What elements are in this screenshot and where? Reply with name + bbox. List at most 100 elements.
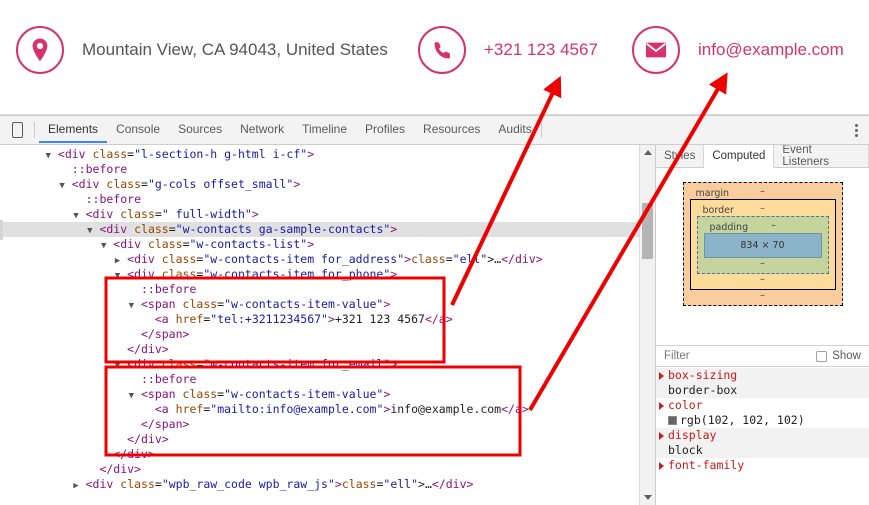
expand-triangle-icon[interactable]: ▼ [115, 271, 120, 281]
dom-tree-row[interactable]: </div> [0, 462, 655, 477]
dom-tree-row[interactable]: </div> [0, 447, 655, 462]
dom-tree-row[interactable]: ▼ <div class="w-contacts-item for_phone"… [0, 267, 655, 282]
contact-item-phone[interactable]: +321 123 4567 [418, 26, 598, 74]
box-model-margin[interactable]: margin – border – padding – 834 × 70 – –… [682, 182, 843, 306]
dom-tree-row[interactable]: </div> [0, 342, 655, 357]
show-all-label: Show [832, 350, 861, 362]
devtools-window: Elements Console Sources Network Timeline Pro… [0, 115, 869, 505]
computed-property-group: color rgb(102, 102, 102) [656, 398, 869, 428]
collapse-triangle-icon[interactable]: ▶ [115, 256, 120, 266]
dom-tree-row[interactable]: ::before [0, 192, 655, 207]
computed-property-name: color [668, 398, 703, 412]
contact-address-text: Mountain View, CA 94043, United States [82, 40, 388, 59]
expand-triangle-icon[interactable]: ▼ [46, 151, 51, 161]
expand-triangle-icon[interactable] [659, 431, 664, 440]
margin-bottom-value: – [760, 290, 765, 301]
devtools-toolbar: Elements Console Sources Network Timeline Pro… [0, 116, 869, 145]
scrollbar-thumb[interactable] [642, 203, 653, 259]
pane-resizer[interactable] [0, 220, 3, 240]
collapse-triangle-icon[interactable]: ▶ [73, 481, 78, 491]
side-pane-tab-strip: Styles Computed Event Listeners [656, 145, 869, 168]
toolbar-divider-right [540, 122, 542, 138]
devtools-tab-strip: Elements Console Sources Network Timeline Pro… [39, 116, 541, 144]
content-size-label: 834 × 70 [740, 240, 785, 251]
side-tab-event-listeners[interactable]: Event Listeners [774, 145, 869, 168]
device-toolbar-icon[interactable] [0, 116, 34, 144]
expand-triangle-icon[interactable]: ▼ [129, 301, 134, 311]
expand-triangle-icon[interactable]: ▼ [115, 361, 120, 371]
box-model-padding[interactable]: padding – 834 × 70 – [696, 216, 829, 274]
contact-bar: Mountain View, CA 94043, United States +… [0, 0, 869, 115]
dom-tree-row[interactable]: <a href="tel:+3211234567">+321 123 4567<… [0, 312, 655, 327]
box-model-border[interactable]: border – padding – 834 × 70 – – [689, 199, 836, 290]
computed-property-value: block [656, 443, 869, 458]
dom-tree-row[interactable]: ▼ <div class="l-section-h g-html i-cf"> [0, 147, 655, 162]
computed-property-group: display block [656, 428, 869, 458]
expand-triangle-icon[interactable] [659, 371, 664, 380]
devtools-tab-sources[interactable]: Sources [169, 116, 231, 143]
devtools-body: ▼ <div class="l-section-h g-html i-cf"> … [0, 145, 869, 505]
side-tab-computed[interactable]: Computed [704, 145, 775, 168]
computed-property-name-row[interactable]: font-family [656, 458, 869, 473]
side-tab-styles[interactable]: Styles [656, 145, 705, 167]
contact-phone-link[interactable]: +321 123 4567 [484, 40, 598, 60]
box-model-content[interactable]: 834 × 70 [703, 233, 822, 258]
filter-input[interactable] [664, 350, 774, 362]
contact-email-link[interactable]: info@example.com [698, 40, 844, 60]
contact-item-address: Mountain View, CA 94043, United States [16, 26, 388, 74]
devtools-tab-elements[interactable]: Elements [39, 116, 108, 143]
border-bottom-value: – [760, 274, 765, 285]
devtools-tab-timeline[interactable]: Timeline [293, 116, 356, 143]
devtools-tab-resources[interactable]: Resources [414, 116, 489, 143]
computed-property-name-row[interactable]: box-sizing [656, 368, 869, 383]
computed-property-name: font-family [668, 458, 745, 472]
padding-bottom-value: – [760, 258, 765, 269]
dom-tree-scrollbar[interactable] [639, 145, 655, 505]
more-vertical-icon[interactable] [843, 116, 869, 144]
dom-tree-row[interactable]: </div> [0, 432, 655, 447]
computed-property-value: border-box [656, 383, 869, 398]
dom-tree-row[interactable]: ▼ <div class="w-contacts-list"> [0, 237, 655, 252]
computed-property-value: rgb(102, 102, 102) [656, 413, 869, 428]
dom-tree-row[interactable]: </span> [0, 327, 655, 342]
dom-tree-row[interactable]: ▼ <span class="w-contacts-item-value"> [0, 387, 655, 402]
devtools-tab-profiles[interactable]: Profiles [356, 116, 414, 143]
dom-tree-row[interactable]: </span> [0, 417, 655, 432]
dom-tree-row[interactable]: ▶ <div class="w-contacts-item for_addres… [0, 252, 655, 267]
devtools-tab-network[interactable]: Network [231, 116, 293, 143]
expand-triangle-icon[interactable] [659, 401, 664, 410]
show-all-toggle[interactable]: Show [816, 350, 861, 362]
dom-tree-row[interactable]: ::before [0, 282, 655, 297]
devtools-tab-audits[interactable]: Audits [489, 116, 540, 143]
dom-tree-row[interactable]: ▼ <div class="w-contacts-item for_email"… [0, 357, 655, 372]
computed-property-name-row[interactable]: color [656, 398, 869, 413]
computed-property-name-row[interactable]: display [656, 428, 869, 443]
scroll-up-arrow-icon[interactable] [640, 145, 655, 160]
dom-tree-row[interactable]: ▼ <div class=" full-width"> [0, 207, 655, 222]
expand-triangle-icon[interactable]: ▼ [73, 211, 78, 221]
computed-properties-list[interactable]: box-sizing border-box color rgb(102, 102, 1… [656, 368, 869, 505]
computed-property-group: font-family [656, 458, 869, 473]
expand-triangle-icon[interactable]: ▼ [101, 241, 106, 251]
expand-triangle-icon[interactable]: ▼ [129, 391, 134, 401]
dom-tree-row[interactable]: ::before [0, 162, 655, 177]
dom-tree-pane[interactable]: ▼ <div class="l-section-h g-html i-cf"> … [0, 145, 655, 505]
expand-triangle-icon[interactable] [659, 461, 664, 470]
contact-item-email[interactable]: info@example.com [632, 26, 844, 74]
border-bottom-row: – [697, 274, 829, 286]
dom-tree[interactable]: ▼ <div class="l-section-h g-html i-cf"> … [0, 145, 655, 492]
devtools-tab-console[interactable]: Console [107, 116, 169, 143]
color-swatch [668, 416, 677, 425]
dom-tree-row[interactable]: ▶ <div class="wpb_raw_code wpb_raw_js">c… [0, 477, 655, 492]
margin-top-value: – [760, 186, 765, 197]
dom-tree-row[interactable]: ▼ <span class="w-contacts-item-value"> [0, 297, 655, 312]
dom-tree-row[interactable]: ▼ <div class="g-cols offset_small"> [0, 177, 655, 192]
expand-triangle-icon[interactable]: ▼ [59, 181, 64, 191]
computed-property-value-text: block [668, 443, 703, 457]
dom-tree-row[interactable]: ▼ <div class="w-contacts ga-sample-conta… [0, 222, 655, 237]
expand-triangle-icon[interactable]: ▼ [87, 226, 92, 236]
phone-outline-shape [11, 122, 23, 138]
show-all-checkbox[interactable] [816, 350, 828, 362]
dom-tree-row[interactable]: ::before [0, 372, 655, 387]
dom-tree-row[interactable]: <a href="mailto:info@example.com">info@e… [0, 402, 655, 417]
